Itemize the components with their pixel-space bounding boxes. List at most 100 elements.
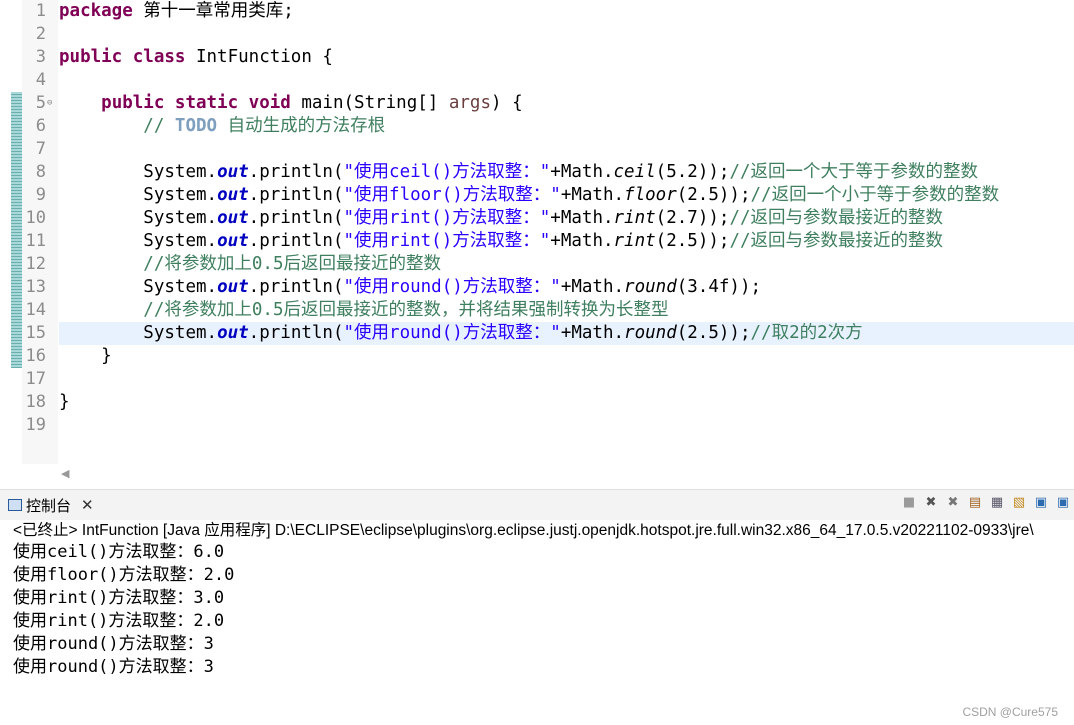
- clear-console-icon[interactable]: ▤: [966, 494, 984, 512]
- code-text: (2.5));: [676, 323, 751, 343]
- string-literal: "使用rint()方法取整：": [343, 208, 551, 228]
- line-number: 3: [35, 47, 46, 67]
- code-text: (3.4f));: [676, 277, 762, 297]
- code-text: (2.5));: [676, 185, 751, 205]
- console-output-line: 使用ceil()方法取整：6.0: [13, 542, 225, 562]
- code-line-12[interactable]: //将参数加上0.5后返回最接近的整数: [59, 253, 441, 276]
- remove-launch-icon[interactable]: ✖: [922, 494, 940, 512]
- scroll-left-icon[interactable]: ◀: [61, 467, 69, 480]
- keyword: public static void: [101, 93, 291, 113]
- horizontal-scrollbar[interactable]: ◀: [58, 464, 1074, 484]
- string-literal: "使用ceil()方法取整：": [343, 162, 551, 182]
- console-output-line: 使用floor()方法取整：2.0: [13, 565, 235, 585]
- code-line-9[interactable]: System.out.println("使用floor()方法取整："+Math…: [59, 184, 999, 207]
- console-output-line: 使用round()方法取整：3: [13, 657, 214, 677]
- code-line-18[interactable]: }: [59, 391, 70, 414]
- method-call: .println(: [248, 323, 344, 343]
- package-name: 第十一章常用类库;: [132, 1, 294, 21]
- scroll-lock-icon[interactable]: ▦: [988, 494, 1006, 512]
- pin-console-icon[interactable]: ▣: [1032, 494, 1050, 512]
- fold-collapse-icon[interactable]: ⊖: [47, 92, 52, 115]
- comment: 自动生成的方法存根: [217, 116, 386, 136]
- string-literal: "使用rint()方法取整：": [343, 231, 551, 251]
- line-number: 13: [25, 277, 46, 297]
- brace: ) {: [491, 93, 523, 113]
- code-text: +Math.: [550, 231, 614, 251]
- line-number: 7: [35, 139, 46, 159]
- field-ref: out: [217, 277, 249, 297]
- line-number: 11: [25, 231, 46, 251]
- todo-tag: TODO: [174, 116, 218, 136]
- line-number: 15: [25, 323, 46, 343]
- method-call: .println(: [248, 162, 344, 182]
- console-output-line: 使用rint()方法取整：3.0: [13, 588, 225, 608]
- method-call: .println(: [248, 185, 344, 205]
- class-ref: System.: [143, 277, 218, 297]
- keyword: public class: [59, 47, 186, 67]
- console-view-header: 控制台 ✕ ■ ✖ ✖ ▤ ▦ ▧ ▣ ▣: [0, 489, 1074, 520]
- keyword: package: [59, 1, 133, 21]
- field-ref: out: [217, 231, 249, 251]
- console-toolbar: ■ ✖ ✖ ▤ ▦ ▧ ▣ ▣: [900, 494, 1072, 512]
- display-selected-icon[interactable]: ▣: [1054, 494, 1072, 512]
- line-number: 5: [35, 93, 46, 113]
- code-line-1[interactable]: package 第十一章常用类库;: [59, 0, 294, 23]
- code-line-10[interactable]: System.out.println("使用rint()方法取整："+Math.…: [59, 207, 943, 230]
- code-text: +Math.: [550, 162, 614, 182]
- code-text: +Math.: [550, 208, 614, 228]
- code-text: +Math.: [560, 185, 625, 205]
- comment: //将参数加上0.5后返回最接近的整数，并将结果强制转换为长整型: [143, 300, 669, 320]
- method-call: .println(: [248, 231, 344, 251]
- console-output-line: 使用round()方法取整：3: [13, 634, 214, 654]
- code-line-16[interactable]: }: [59, 345, 112, 368]
- line-number: 18: [25, 392, 46, 412]
- line-number: 16: [25, 346, 46, 366]
- string-literal: "使用round()方法取整：": [343, 277, 561, 297]
- tab-console-label: 控制台: [26, 497, 72, 515]
- code-line-5[interactable]: public static void main(String[] args) {: [59, 92, 523, 115]
- line-number: 10: [25, 208, 46, 228]
- line-number: 19: [25, 415, 46, 435]
- class-declaration: IntFunction {: [185, 47, 333, 67]
- console-output-line: 使用rint()方法取整：2.0: [13, 611, 225, 631]
- code-line-11[interactable]: System.out.println("使用rint()方法取整："+Math.…: [59, 230, 943, 253]
- method-signature: main(String[]: [290, 93, 449, 113]
- watermark: CSDN @Cure575: [962, 705, 1058, 719]
- field-ref: out: [217, 162, 249, 182]
- code-text: +Math.: [560, 277, 625, 297]
- line-number: 6: [35, 116, 46, 136]
- static-method: round: [624, 277, 677, 297]
- code-line-8[interactable]: System.out.println("使用ceil()方法取整："+Math.…: [59, 161, 978, 184]
- console-status-line: <已终止> IntFunction [Java 应用程序] D:\ECLIPSE…: [13, 522, 1034, 539]
- brace: }: [101, 346, 112, 366]
- close-icon[interactable]: ✕: [81, 496, 94, 514]
- tab-console[interactable]: 控制台 ✕: [8, 494, 94, 516]
- code-line-6[interactable]: // TODO 自动生成的方法存根: [59, 115, 385, 138]
- string-literal: "使用round()方法取整：": [343, 323, 561, 343]
- line-number: 4: [35, 70, 46, 90]
- code-line-14[interactable]: //将参数加上0.5后返回最接近的整数，并将结果强制转换为长整型: [59, 299, 668, 322]
- line-number: 8: [35, 162, 46, 182]
- code-line-15-current[interactable]: System.out.println("使用round()方法取整："+Math…: [59, 322, 1074, 345]
- code-line-3[interactable]: public class IntFunction {: [59, 46, 333, 69]
- console-icon: [8, 499, 22, 511]
- code-editor[interactable]: 1 2 3 4 5 ⊖ 6 7 8 9 10 11 12 13 14 15 16…: [0, 0, 1074, 464]
- class-ref: System.: [143, 323, 218, 343]
- code-text: (2.5));: [655, 231, 730, 251]
- class-ref: System.: [143, 185, 218, 205]
- change-indicator-bar: [11, 92, 22, 368]
- code-text: (2.7));: [655, 208, 730, 228]
- code-text: (5.2));: [655, 162, 730, 182]
- static-method: rint: [613, 231, 656, 251]
- class-ref: System.: [143, 208, 218, 228]
- line-number: 1: [35, 1, 46, 21]
- method-call: .println(: [248, 208, 344, 228]
- overview-ruler: [0, 0, 11, 464]
- word-wrap-icon[interactable]: ▧: [1010, 494, 1028, 512]
- terminate-icon[interactable]: ■: [900, 494, 918, 512]
- line-number: 9: [35, 185, 46, 205]
- line-number: 2: [35, 24, 46, 44]
- comment: //将参数加上0.5后返回最接近的整数: [143, 254, 441, 274]
- remove-all-icon[interactable]: ✖: [944, 494, 962, 512]
- code-line-13[interactable]: System.out.println("使用round()方法取整："+Math…: [59, 276, 761, 299]
